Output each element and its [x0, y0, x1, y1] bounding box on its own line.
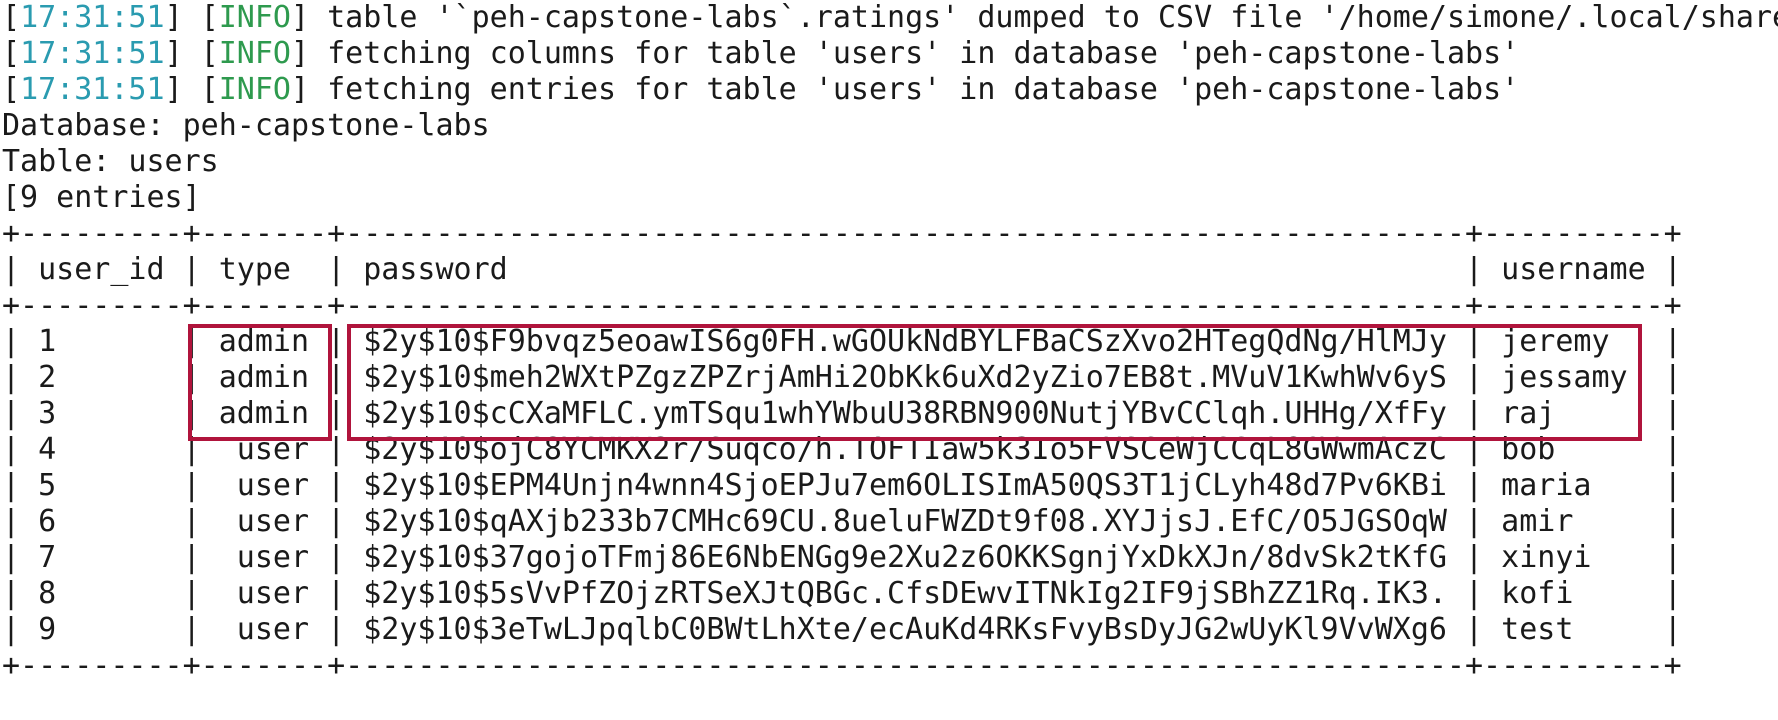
cell-username: kofi: [1501, 576, 1646, 611]
log-level: INFO: [218, 0, 291, 35]
cell-type: user: [218, 504, 310, 539]
table-row: | 7 | user | $2y$10$37gojoTFmj86E6NbENGg…: [2, 540, 1682, 575]
cell-username: xinyi: [1501, 540, 1646, 575]
column-header-password: password: [363, 252, 1447, 287]
entries-count-line: [9 entries]: [2, 180, 201, 215]
database-line: Database: peh-capstone-labs: [2, 108, 490, 143]
column-header-type: type: [218, 252, 310, 287]
cell-user-id: 4: [38, 432, 165, 467]
table-border: +---------+-------+---------------------…: [2, 216, 1682, 251]
cell-user-id: 5: [38, 468, 165, 503]
log-line: [17:31:51] [INFO] fetching entries for t…: [2, 72, 1520, 107]
cell-type: user: [218, 468, 310, 503]
cell-user-id: 8: [38, 576, 165, 611]
cell-password: $2y$10$ojC8YCMKX2r/Suqco/h.TOFTIaw5k3Io5…: [363, 432, 1447, 467]
cell-password: $2y$10$5sVvPfZOjzRTSeXJtQBGc.CfsDEwvITNk…: [363, 576, 1447, 611]
table-row: | 9 | user | $2y$10$3eTwLJpqlbC0BWtLhXte…: [2, 612, 1682, 647]
column-header-username: username: [1501, 252, 1646, 287]
terminal-output[interactable]: [17:31:51] [INFO] table '`peh-capstone-l…: [2, 0, 1778, 720]
cell-password: $2y$10$EPM4Unjn4wnn4SjoEPJu7em6OLISImA50…: [363, 468, 1447, 503]
log-message: fetching columns for table 'users' in da…: [327, 36, 1520, 71]
table-row: | 1 | admin | $2y$10$F9bvqz5eoawIS6g0FH.…: [2, 324, 1682, 359]
cell-user-id: 6: [38, 504, 165, 539]
table-border: +---------+-------+---------------------…: [2, 648, 1682, 683]
cell-username: jeremy: [1501, 324, 1646, 359]
table-row: | 4 | user | $2y$10$ojC8YCMKX2r/Suqco/h.…: [2, 432, 1682, 467]
cell-password: $2y$10$37gojoTFmj86E6NbENGg9e2Xu2z6OKKSg…: [363, 540, 1447, 575]
cell-type: admin: [218, 324, 310, 359]
cell-type: user: [218, 432, 310, 467]
cell-user-id: 3: [38, 396, 165, 431]
cell-type: user: [218, 540, 310, 575]
cell-password: $2y$10$3eTwLJpqlbC0BWtLhXte/ecAuKd4RKsFv…: [363, 612, 1447, 647]
log-timestamp: 17:31:51: [20, 0, 165, 35]
cell-user-id: 9: [38, 612, 165, 647]
cell-username: test: [1501, 612, 1646, 647]
cell-user-id: 1: [38, 324, 165, 359]
cell-type: admin: [218, 360, 310, 395]
table-border: +---------+-------+---------------------…: [2, 288, 1682, 323]
table-row: | 2 | admin | $2y$10$meh2WXtPZgzZPZrjAmH…: [2, 360, 1682, 395]
cell-type: user: [218, 576, 310, 611]
column-header-user-id: user_id: [38, 252, 165, 287]
cell-username: amir: [1501, 504, 1646, 539]
log-message: table '`peh-capstone-labs`.ratings' dump…: [327, 0, 1778, 35]
log-level: INFO: [218, 36, 291, 71]
table-row: | 6 | user | $2y$10$qAXjb233b7CMHc69CU.8…: [2, 504, 1682, 539]
cell-password: $2y$10$meh2WXtPZgzZPZrjAmHi2ObKk6uXd2yZi…: [363, 360, 1447, 395]
log-line: [17:31:51] [INFO] table '`peh-capstone-l…: [2, 0, 1778, 36]
cell-password: $2y$10$cCXaMFLC.ymTSqu1whYWbuU38RBN900Nu…: [363, 396, 1447, 431]
table-row: | 5 | user | $2y$10$EPM4Unjn4wnn4SjoEPJu…: [2, 468, 1682, 503]
cell-user-id: 2: [38, 360, 165, 395]
cell-username: jessamy: [1501, 360, 1646, 395]
log-timestamp: 17:31:51: [20, 36, 165, 71]
cell-type: admin: [218, 396, 310, 431]
log-message: fetching entries for table 'users' in da…: [327, 72, 1520, 107]
cell-username: bob: [1501, 432, 1646, 467]
cell-username: raj: [1501, 396, 1646, 431]
cell-password: $2y$10$F9bvqz5eoawIS6g0FH.wGOUkNdBYLFBaC…: [363, 324, 1447, 359]
cell-username: maria: [1501, 468, 1646, 503]
results-table: +---------+-------+---------------------…: [2, 216, 1778, 684]
log-line: [17:31:51] [INFO] fetching columns for t…: [2, 36, 1520, 71]
table-header-row: | user_id | type | password | username |: [2, 252, 1682, 287]
cell-type: user: [218, 612, 310, 647]
table-row: | 3 | admin | $2y$10$cCXaMFLC.ymTSqu1whY…: [2, 396, 1682, 431]
table-line: Table: users: [2, 144, 219, 179]
cell-user-id: 7: [38, 540, 165, 575]
table-row: | 8 | user | $2y$10$5sVvPfZOjzRTSeXJtQBG…: [2, 576, 1682, 611]
cell-password: $2y$10$qAXjb233b7CMHc69CU.8ueluFWZDt9f08…: [363, 504, 1447, 539]
log-level: INFO: [218, 72, 291, 107]
log-timestamp: 17:31:51: [20, 72, 165, 107]
